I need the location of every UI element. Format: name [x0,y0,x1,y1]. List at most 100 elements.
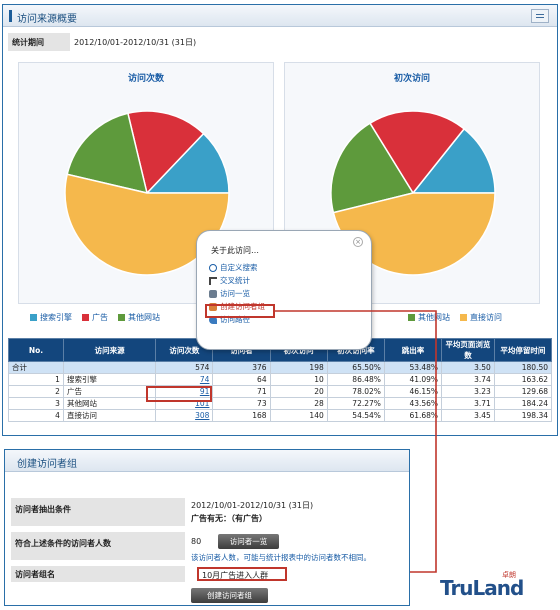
table-cell: 140 [269,409,328,422]
condition-sub: 广告有无：（有广告） [191,514,267,523]
table-cell: 184.24 [493,397,553,410]
period-label: 统计期间 [8,33,70,51]
table-cell [62,361,157,374]
table-cell: 3.23 [441,385,495,398]
create-group-button[interactable]: 创建访问者组 [191,588,268,603]
table-cell: 3 [8,397,64,410]
truland-logo: TruLand 卓朗 [440,568,552,602]
condition-period: 2012/10/01-2012/10/31 (31日) [191,501,314,510]
condition-row: 访问者抽出条件 2012/10/01-2012/10/31 (31日) 广告有无… [11,498,405,528]
menu-item-cross-stat[interactable]: 交叉统计 [209,274,265,287]
condition-label: 访问者抽出条件 [11,498,185,526]
legend-item: 直接访问 [460,312,502,323]
header-accent [9,10,12,22]
table-cell: 合计 [8,361,64,374]
legend-label: 直接访问 [470,312,502,322]
table-cell: 54.54% [326,409,385,422]
menu-label: 自定义搜索 [220,263,258,272]
collapse-icon[interactable] [531,9,549,23]
table-cell: 广告 [62,385,157,398]
legend-right: 其他网站 直接访问 [408,310,512,324]
legend-item: 搜索引擎 [30,312,72,323]
table-cell: 198 [269,361,328,374]
visitor-list-button[interactable]: 访问者一览 [217,534,280,549]
table-cell: 65.50% [326,361,385,374]
table-cell: 574 [155,361,214,374]
table-row: 3 其他网站 101 73 28 72.27% 43.56% 3.71 184.… [8,397,553,410]
group-name-label: 访问者组名 [11,566,185,582]
table-cell: 86.48% [326,373,385,386]
table-cell: 71 [212,385,271,398]
table-row: 2 广告 91 71 20 78.02% 46.15% 3.23 129.68 [8,385,553,398]
table-cell: 1 [8,373,64,386]
legend-item: 其他网站 [408,312,450,323]
count-value: 80 访问者一览 该访问者人数，可能与统计报表中的访问者数不相同。 [191,534,371,563]
table-cell: 3.45 [441,409,495,422]
total-row: 合计 574 376 198 65.50% 53.48% 3.50 180.50 [8,361,553,374]
table-cell: 3.50 [441,361,495,374]
menu-label: 交叉统计 [220,276,250,285]
legend-label: 其他网站 [418,312,450,322]
table-cell: 20 [269,385,328,398]
table-cell: 168 [212,409,271,422]
create-button-wrap: 创建访问者组 [191,588,268,603]
table-row: 1 搜索引擎 74 64 10 86.48% 41.09% 3.74 163.6… [8,373,553,386]
group-name-input[interactable]: 10月广告进入人群 [197,567,287,581]
period-row: 统计期间 2012/10/01-2012/10/31 (31日) [8,33,548,51]
logo-cn: 卓朗 [502,571,516,579]
panel2-title: 创建访问者组 [5,450,409,472]
table-cell: 10 [269,373,328,386]
legend-label: 其他网站 [128,312,160,322]
highlight-box [146,386,212,402]
period-value: 2012/10/01-2012/10/31 (31日) [74,38,197,47]
table-cell: 4 [8,409,64,422]
visits-link[interactable]: 74 [155,373,214,386]
col-header[interactable]: 平均停留时间 [493,338,553,362]
cross-icon [209,276,217,285]
table-row: 4 直接访问 308 168 140 54.54% 61.68% 3.45 19… [8,409,553,422]
stats-table: No. 访问来源 访问次数 访问者 初次访问 初次访问率 跳出率 平均页面浏览数… [8,338,553,422]
table-cell: 376 [212,361,271,374]
table-cell: 72.27% [326,397,385,410]
table-cell: 64 [212,373,271,386]
table-cell: 163.62 [493,373,553,386]
magnifier-icon [209,263,217,272]
condition-value: 2012/10/01-2012/10/31 (31日) 广告有无：（有广告） [191,500,313,524]
col-header[interactable]: 跳出率 [383,338,443,362]
count-label: 符合上述条件的访问者人数 [11,532,185,560]
table-cell: 53.48% [383,361,443,374]
menu-highlight-box [205,304,275,318]
visits-link[interactable]: 308 [155,409,214,422]
count-row: 符合上述条件的访问者人数 80 访问者一览 该访问者人数，可能与统计报表中的访问… [11,532,405,562]
table-cell: 3.74 [441,373,495,386]
table-cell: 73 [212,397,271,410]
legend-label: 广告 [92,312,108,322]
table-cell: 3.71 [441,397,495,410]
context-popup: × 关于此访问… 自定义搜索 交叉统计 访问一览 创建访问者组 访问路径 [196,230,372,350]
col-header[interactable]: 访问来源 [62,338,157,362]
popup-title: 关于此访问… [211,246,259,255]
close-icon[interactable]: × [353,237,363,247]
table-cell: 直接访问 [62,409,157,422]
menu-item-visit-list[interactable]: 访问一览 [209,287,265,300]
legend-left: 搜索引擎 广告 其他网站 [30,310,170,324]
table-cell: 其他网站 [62,397,157,410]
name-row: 访问者组名 10月广告进入人群 [11,566,405,584]
count-note: 该访问者人数，可能与统计报表中的访问者数不相同。 [191,553,371,562]
table-cell: 180.50 [493,361,553,374]
table-cell: 41.09% [383,373,443,386]
col-header[interactable]: 平均页面浏览数 [441,338,495,362]
table-cell: 78.02% [326,385,385,398]
table-cell: 2 [8,385,64,398]
col-header[interactable]: No. [8,338,64,362]
table-cell: 43.56% [383,397,443,410]
table-cell: 198.34 [493,409,553,422]
table-cell: 129.68 [493,385,553,398]
panel-title: 访问来源概要 [17,14,77,25]
create-group-panel: 创建访问者组 访问者抽出条件 2012/10/01-2012/10/31 (31… [4,449,410,606]
menu-item-custom-search[interactable]: 自定义搜索 [209,261,265,274]
count-number: 80 [191,537,202,546]
table-cell: 61.68% [383,409,443,422]
legend-item: 其他网站 [118,312,160,323]
panel-header: 访问来源概要 [3,5,557,27]
